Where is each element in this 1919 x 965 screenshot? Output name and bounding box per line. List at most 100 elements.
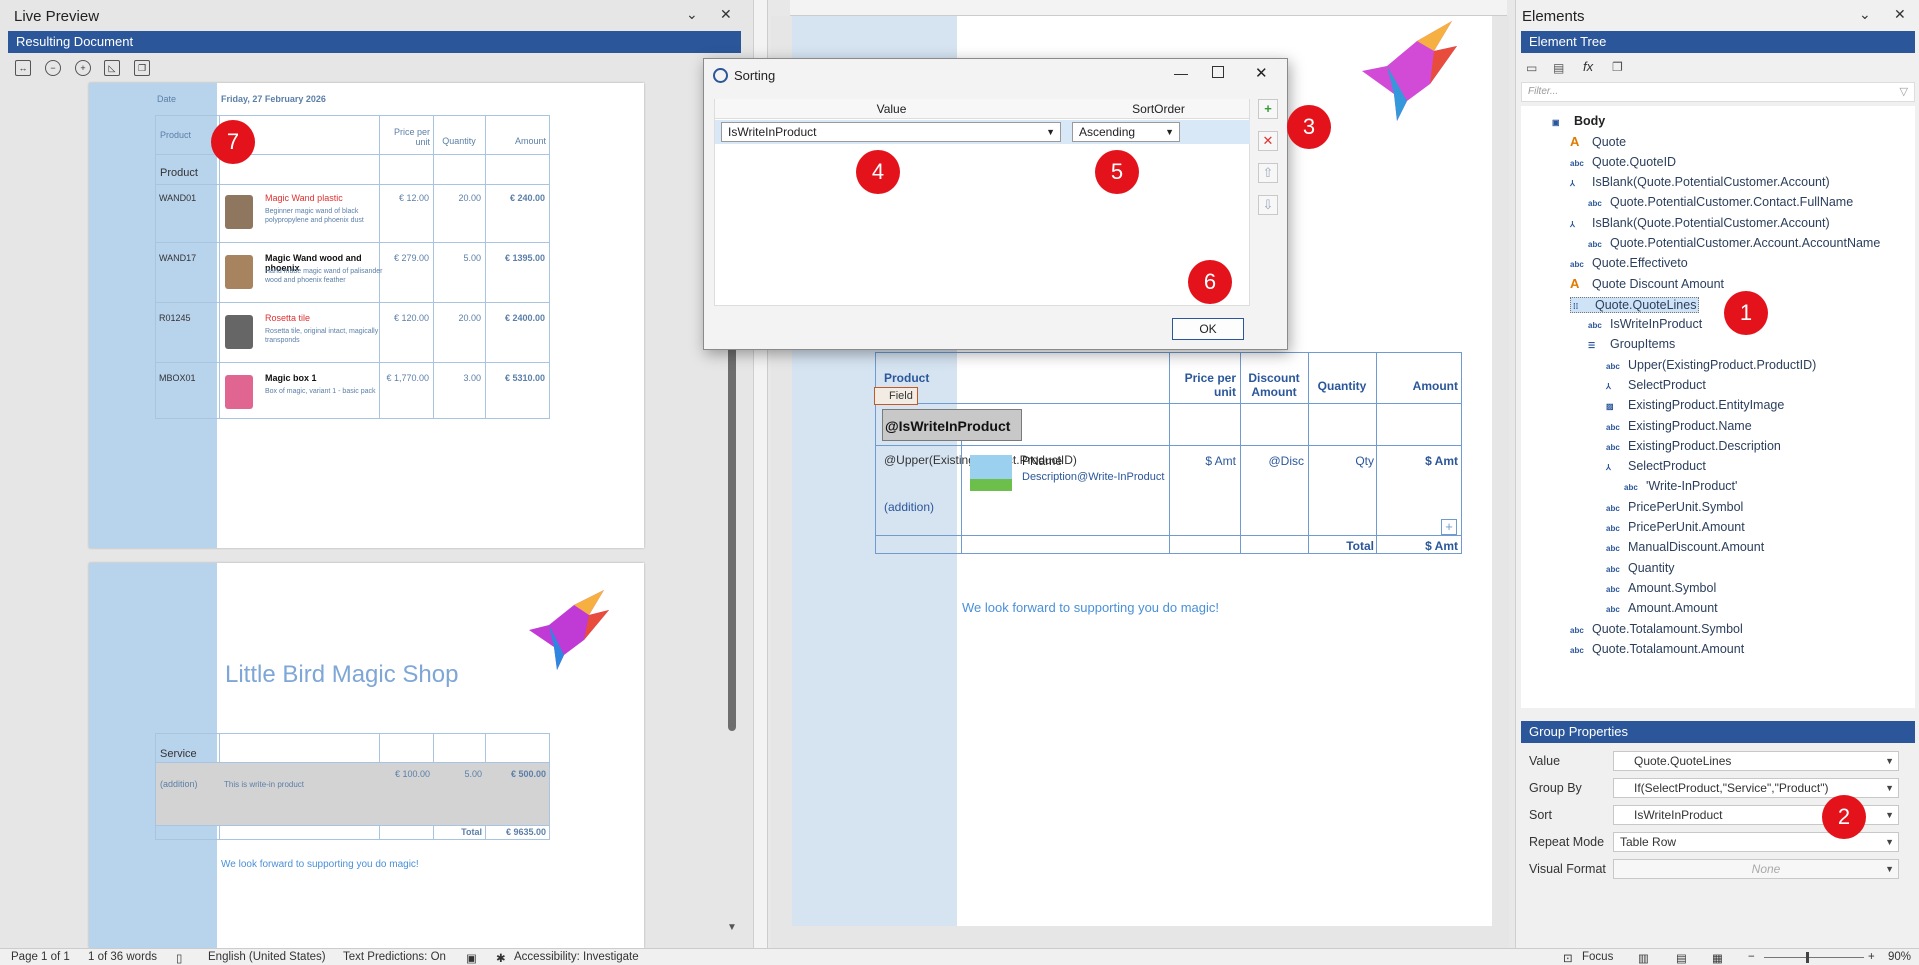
tree-item[interactable]: ⅄ IsBlank(Quote.PotentialCustomer.Account… xyxy=(1570,175,1830,189)
zoom-out-icon[interactable]: − xyxy=(45,60,61,76)
print-layout-icon[interactable]: ▤ xyxy=(1676,951,1687,965)
remove-sort-button[interactable]: ✕ xyxy=(1258,131,1278,151)
tree-item-label: Body xyxy=(1574,114,1606,128)
tree-item-label: PricePerUnit.Amount xyxy=(1628,520,1745,534)
close-icon[interactable]: ✕ xyxy=(1255,64,1268,82)
prop-value-select[interactable]: Quote.QuoteLines ▼ xyxy=(1613,751,1899,771)
tree-item[interactable]: abc Quote.QuoteID xyxy=(1570,155,1676,169)
tree-item[interactable]: A Quote Discount Amount xyxy=(1570,276,1724,291)
date-value: Friday, 27 February 2026 xyxy=(221,94,326,104)
tree-item[interactable]: abc Quantity xyxy=(1606,561,1675,575)
tree-item[interactable]: ▣ Body xyxy=(1552,114,1605,128)
chevron-down-icon[interactable]: ⌄ xyxy=(686,6,698,23)
close-icon[interactable]: ✕ xyxy=(720,6,732,23)
web-layout-icon[interactable]: ▦ xyxy=(1712,951,1723,965)
close-icon[interactable]: ✕ xyxy=(1894,6,1906,23)
tree-item[interactable]: abc Amount.Symbol xyxy=(1606,581,1716,595)
copy-icon[interactable]: ❐ xyxy=(1612,60,1623,74)
tree-item[interactable]: abc ExistingProduct.Name xyxy=(1606,419,1752,433)
tree-item[interactable]: abc PricePerUnit.Symbol xyxy=(1606,500,1743,514)
field-icon: abc xyxy=(1606,524,1620,533)
tmpl-header-amount: Amount xyxy=(1412,379,1458,393)
tree-item[interactable]: abc Amount.Amount xyxy=(1606,601,1718,615)
move-down-button[interactable]: ⇩ xyxy=(1258,195,1278,215)
focus-icon[interactable]: ⊡ xyxy=(1563,951,1573,965)
copy-icon[interactable]: ❐ xyxy=(134,60,150,76)
tree-item[interactable]: ⅄ IsBlank(Quote.PotentialCustomer.Account… xyxy=(1570,216,1830,230)
note-icon[interactable]: ▤ xyxy=(1553,61,1564,75)
function-icon[interactable]: fx xyxy=(1583,59,1593,74)
field-tag[interactable]: Field xyxy=(874,387,918,405)
fit-width-icon[interactable]: ↔ xyxy=(15,60,31,76)
tmpl-header-quantity: Quantity xyxy=(1317,379,1367,393)
tree-item[interactable]: A Quote xyxy=(1570,134,1626,149)
field-icon: abc xyxy=(1606,442,1620,452)
tree-item[interactable]: abc Quote.Totalamount.Symbol xyxy=(1570,622,1743,636)
prop-groupby-select[interactable]: If(SelectProduct,"Service","Product") ▼ xyxy=(1613,778,1899,798)
page-icon: ▣ xyxy=(1552,118,1560,127)
zoom-in-icon[interactable]: + xyxy=(75,60,91,76)
move-up-button[interactable]: ⇧ xyxy=(1258,163,1278,183)
proofing-icon[interactable]: ▯ xyxy=(176,951,182,965)
row-amount: € 2400.00 xyxy=(504,313,545,323)
tree-item[interactable]: abc ExistingProduct.Description xyxy=(1606,439,1781,453)
chevron-down-icon[interactable]: ⌄ xyxy=(1859,6,1871,23)
status-predictions[interactable]: Text Predictions: On xyxy=(343,951,446,963)
macro-icon[interactable]: ▣ xyxy=(466,951,477,965)
tree-item[interactable]: ⅄ SelectProduct xyxy=(1606,378,1706,392)
tree-item[interactable]: abc 'Write-InProduct' xyxy=(1624,479,1737,493)
tree-item-label: Quote.Effectiveto xyxy=(1592,256,1688,271)
status-focus[interactable]: Focus xyxy=(1582,951,1613,963)
tree-item[interactable]: abc Quote.Effectiveto xyxy=(1570,256,1688,270)
tree-item-label: Quote.PotentialCustomer.Contact.FullName xyxy=(1610,195,1854,210)
zoom-thumb[interactable] xyxy=(1806,952,1809,963)
zoom-in-icon[interactable]: + xyxy=(1868,951,1875,963)
prop-visual-select[interactable]: None ▼ xyxy=(1613,859,1899,879)
status-words[interactable]: 1 of 36 words xyxy=(88,951,157,963)
tmpl-pname: PName xyxy=(1022,454,1063,468)
tree-item[interactable]: ⁞⁞ Quote.QuoteLines xyxy=(1570,296,1700,313)
minimize-icon[interactable]: — xyxy=(1174,65,1188,81)
add-row-icon[interactable]: + xyxy=(1441,519,1457,535)
tree-item[interactable]: abc Quote.PotentialCustomer.Account.Accou… xyxy=(1588,236,1880,250)
read-mode-icon[interactable]: ▥ xyxy=(1638,951,1649,965)
field-icon: abc xyxy=(1606,584,1620,594)
template-table[interactable]: Product Price per unit Discount Amount Q… xyxy=(874,352,1462,554)
tree-item[interactable]: abc Upper(ExistingProduct.ProductID) xyxy=(1606,358,1816,372)
tree-item[interactable]: abc Quote.PotentialCustomer.Contact.FullN… xyxy=(1588,195,1853,209)
tree-item[interactable]: abc ManualDiscount.Amount xyxy=(1606,540,1764,554)
status-page[interactable]: Page 1 of 1 xyxy=(11,951,70,963)
product-image-icon xyxy=(225,195,253,229)
row-amount: € 240.00 xyxy=(509,193,545,203)
tree-item[interactable]: ☰ GroupItems xyxy=(1588,337,1675,351)
sort-value-select[interactable]: IsWriteInProduct ▼ xyxy=(721,122,1061,142)
field-icon: abc xyxy=(1588,321,1602,330)
field-icon: abc xyxy=(1570,158,1584,168)
add-sort-button[interactable]: + xyxy=(1258,99,1278,119)
status-zoom[interactable]: 90% xyxy=(1888,951,1911,963)
tree-item[interactable]: ▨ ExistingProduct.EntityImage xyxy=(1606,398,1784,412)
tree-item[interactable]: abc Quote.Totalamount.Amount xyxy=(1570,642,1744,656)
sort-order-select[interactable]: Ascending ▼ xyxy=(1072,122,1180,142)
row-price: € 120.00 xyxy=(393,313,429,323)
tree-item-label: Quote Discount Amount xyxy=(1592,277,1725,292)
comment-icon[interactable]: ▭ xyxy=(1526,61,1537,75)
scroll-down-icon[interactable]: ▼ xyxy=(727,922,737,933)
sorting-dialog: Sorting — ✕ Value SortOrder IsWriteInPro… xyxy=(703,58,1288,350)
status-accessibility[interactable]: Accessibility: Investigate xyxy=(514,951,639,963)
tree-item-label: ManualDiscount.Amount xyxy=(1628,540,1765,555)
tree-item[interactable]: abc PricePerUnit.Amount xyxy=(1606,520,1745,534)
callout-badge-7: 7 xyxy=(211,120,255,164)
tree-item[interactable]: abc IsWriteInProduct xyxy=(1588,317,1702,331)
maximize-icon[interactable] xyxy=(1212,66,1224,78)
zoom-out-icon[interactable]: − xyxy=(1748,951,1755,963)
tree-item[interactable]: ⅄ SelectProduct xyxy=(1606,459,1706,473)
ok-button[interactable]: OK xyxy=(1172,318,1244,340)
filter-input[interactable]: Filter... ▽ xyxy=(1521,82,1915,102)
group-field-isWriteInProduct[interactable]: @IsWriteInProduct xyxy=(882,409,1022,441)
ruler-icon[interactable]: ◺ xyxy=(104,60,120,76)
elements-title: Elements xyxy=(1522,8,1585,25)
zoom-slider[interactable] xyxy=(1764,957,1864,958)
callout-badge-1: 1 xyxy=(1724,291,1768,335)
status-language[interactable]: English (United States) xyxy=(208,951,326,963)
